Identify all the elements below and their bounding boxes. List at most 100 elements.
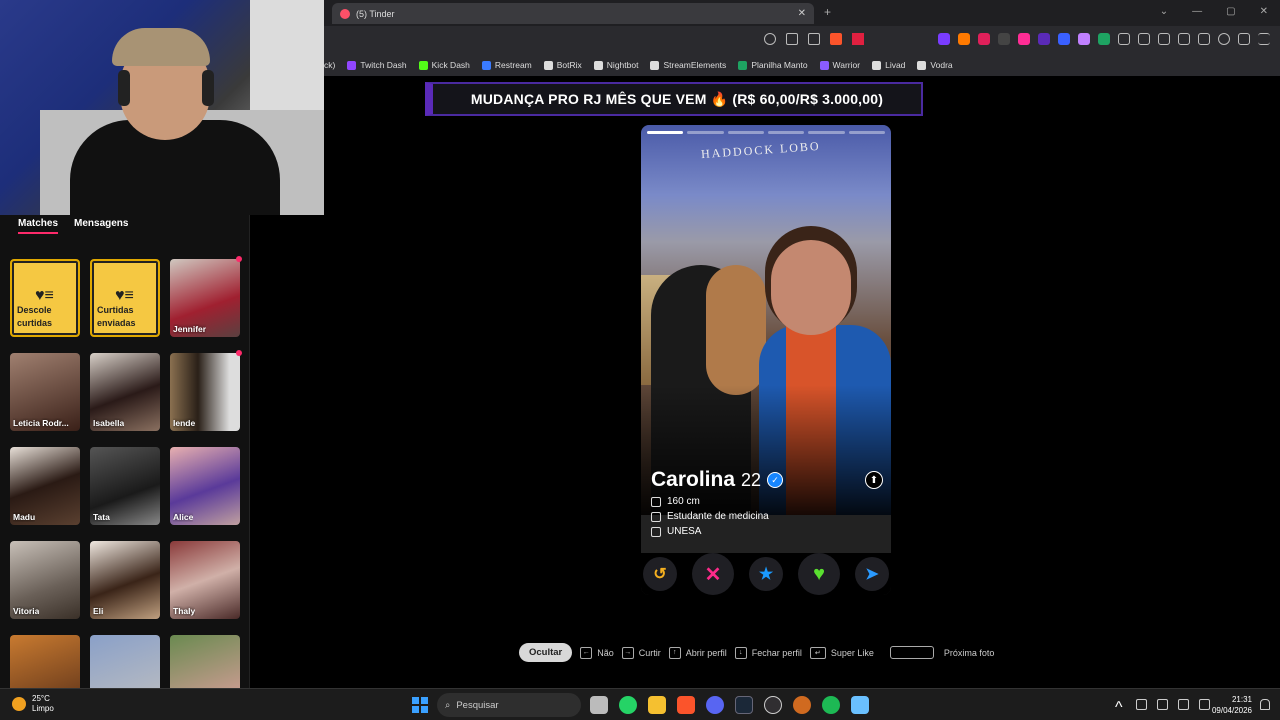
bookmark-item[interactable]: Warrior — [819, 60, 860, 70]
tray-overflow-icon[interactable]: ^ — [1115, 699, 1126, 716]
bookmark-item[interactable]: StreamElements — [650, 60, 726, 70]
brave-browser-icon[interactable] — [677, 696, 695, 714]
profile-photo[interactable]: HADDOCK LOBO — [641, 125, 891, 515]
match-card-vitoria[interactable]: Vitoria — [10, 541, 80, 619]
match-card-iende[interactable]: Iende — [170, 353, 240, 431]
task-view-icon[interactable] — [590, 696, 608, 714]
extension-2-icon[interactable] — [958, 33, 970, 45]
cast-icon[interactable] — [786, 33, 798, 45]
bookmark-item[interactable]: BotRix — [543, 60, 582, 70]
bookmark-icon — [650, 60, 660, 70]
tab-mensagens[interactable]: Mensagens — [74, 218, 128, 234]
wallet-icon[interactable] — [1198, 33, 1210, 45]
taskbar-search[interactable]: ⌕ Pesquisar — [437, 693, 581, 717]
bookmark-item[interactable]: Livad — [872, 60, 905, 70]
windows-start-icon[interactable] — [412, 697, 428, 713]
new-tab-button[interactable]: + — [824, 5, 831, 19]
arrow-down-key-icon: ↓ — [734, 646, 747, 659]
whatsapp-icon[interactable] — [619, 696, 637, 714]
volume-icon[interactable] — [1199, 699, 1210, 710]
maximize-icon[interactable]: ▢ — [1226, 6, 1235, 17]
match-card-jennifer[interactable]: Jennifer — [170, 259, 240, 337]
matches-grid: ♥≡ Descole curtidas ♥≡ Curtidas enviadas J… — [10, 259, 240, 713]
match-card-madu[interactable]: Madu — [10, 447, 80, 525]
tab-matches[interactable]: Matches — [18, 218, 59, 234]
extension-1-icon[interactable] — [938, 33, 950, 45]
extension-5-icon[interactable] — [1018, 33, 1030, 45]
clock-date: 09/04/2026 — [1211, 706, 1252, 715]
browser-tab-tinder[interactable]: (5) Tinder ✕ — [332, 3, 814, 24]
location-icon[interactable] — [764, 33, 776, 45]
minimize-icon[interactable]: — — [1192, 6, 1202, 17]
descole-curtidas-card[interactable]: ♥≡ Descole curtidas — [10, 259, 80, 337]
extension-6-icon[interactable] — [1038, 33, 1050, 45]
graduation-cap-icon — [651, 526, 661, 537]
hint-like: → Curtir — [621, 646, 661, 659]
bookmark-item[interactable]: ck) — [324, 60, 335, 70]
app-orange-icon[interactable] — [793, 696, 811, 714]
media-icon[interactable] — [1158, 33, 1170, 45]
display-icon[interactable] — [1178, 699, 1189, 710]
match-card-leticia[interactable]: Leticia Rodr... — [10, 353, 80, 431]
superlike-button[interactable]: ★ — [749, 557, 783, 591]
match-card-alice[interactable]: Alice — [170, 447, 240, 525]
profile-card[interactable]: HADDOCK LOBO Carolina 22 ✓ 160 cm Estuda… — [641, 125, 891, 595]
close-tab-icon[interactable]: ✕ — [798, 8, 806, 19]
boost-button[interactable]: ➤ — [855, 557, 889, 591]
brave-rewards-icon[interactable] — [852, 33, 864, 45]
steam-icon[interactable] — [735, 696, 753, 714]
vpn-icon[interactable] — [1238, 33, 1250, 45]
bookmark-icon — [917, 60, 927, 70]
tab-list-icon[interactable]: ⌄ — [1160, 6, 1168, 17]
taskbar-clock[interactable]: 21:31 09/04/2026 — [1212, 694, 1252, 716]
notepad-icon[interactable] — [851, 696, 869, 714]
bookmark-item[interactable]: Kick Dash — [418, 60, 470, 70]
match-card-tata[interactable]: Tata — [90, 447, 160, 525]
match-name: Tata — [93, 512, 110, 522]
match-card-isabella[interactable]: Isabella — [90, 353, 160, 431]
open-profile-icon[interactable]: ⬆ — [865, 471, 883, 489]
onedrive-icon[interactable] — [1136, 699, 1147, 710]
brave-shield-icon[interactable] — [830, 33, 842, 45]
spotify-icon[interactable] — [822, 696, 840, 714]
like-button[interactable]: ♥ — [798, 553, 840, 595]
curtidas-enviadas-card[interactable]: ♥≡ Curtidas enviadas — [90, 259, 160, 337]
close-window-icon[interactable]: ✕ — [1260, 6, 1268, 17]
bookmark-item[interactable]: Restream — [481, 60, 532, 70]
network-icon[interactable] — [1157, 699, 1168, 710]
match-card-eli[interactable]: Eli — [90, 541, 160, 619]
discord-icon[interactable] — [706, 696, 724, 714]
match-name: Isabella — [93, 418, 125, 428]
photo-progress-segment — [647, 131, 684, 134]
tinder-favicon-icon — [340, 8, 350, 19]
bookmark-icon — [738, 60, 748, 70]
nope-button[interactable]: ✕ — [692, 553, 734, 595]
extensions-puzzle-icon[interactable] — [1118, 33, 1130, 45]
hint-nope: ← Não — [580, 646, 614, 659]
leo-ai-icon[interactable] — [1218, 33, 1230, 45]
bookmark-label: Livad — [885, 60, 906, 70]
extension-icons — [938, 33, 1270, 45]
screenshot-icon[interactable] — [1138, 33, 1150, 45]
extension-3-icon[interactable] — [978, 33, 990, 45]
share-icon[interactable] — [808, 33, 820, 45]
rewind-button[interactable]: ↺ — [643, 557, 677, 591]
menu-icon[interactable] — [1258, 33, 1270, 45]
bookmark-item[interactable]: Twitch Dash — [347, 60, 407, 70]
webcam-headset — [118, 70, 130, 106]
obs-icon[interactable] — [764, 696, 782, 714]
file-explorer-icon[interactable] — [648, 696, 666, 714]
bookmark-item[interactable]: Nightbot — [593, 60, 638, 70]
extension-9-icon[interactable] — [1098, 33, 1110, 45]
bookmark-item[interactable]: Planilha Manto — [738, 60, 808, 70]
bookmark-item[interactable]: Vodra — [917, 60, 953, 70]
match-card-thaly[interactable]: Thaly — [170, 541, 240, 619]
ruler-icon — [651, 496, 661, 507]
extension-4-icon[interactable] — [998, 33, 1010, 45]
hide-hints-button[interactable]: Ocultar — [519, 643, 573, 662]
extension-7-icon[interactable] — [1058, 33, 1070, 45]
weather-widget[interactable]: 25°C Limpo — [12, 694, 54, 714]
sidebar-icon[interactable] — [1178, 33, 1190, 45]
extension-8-icon[interactable] — [1078, 33, 1090, 45]
notification-bell-icon[interactable] — [1260, 699, 1270, 710]
